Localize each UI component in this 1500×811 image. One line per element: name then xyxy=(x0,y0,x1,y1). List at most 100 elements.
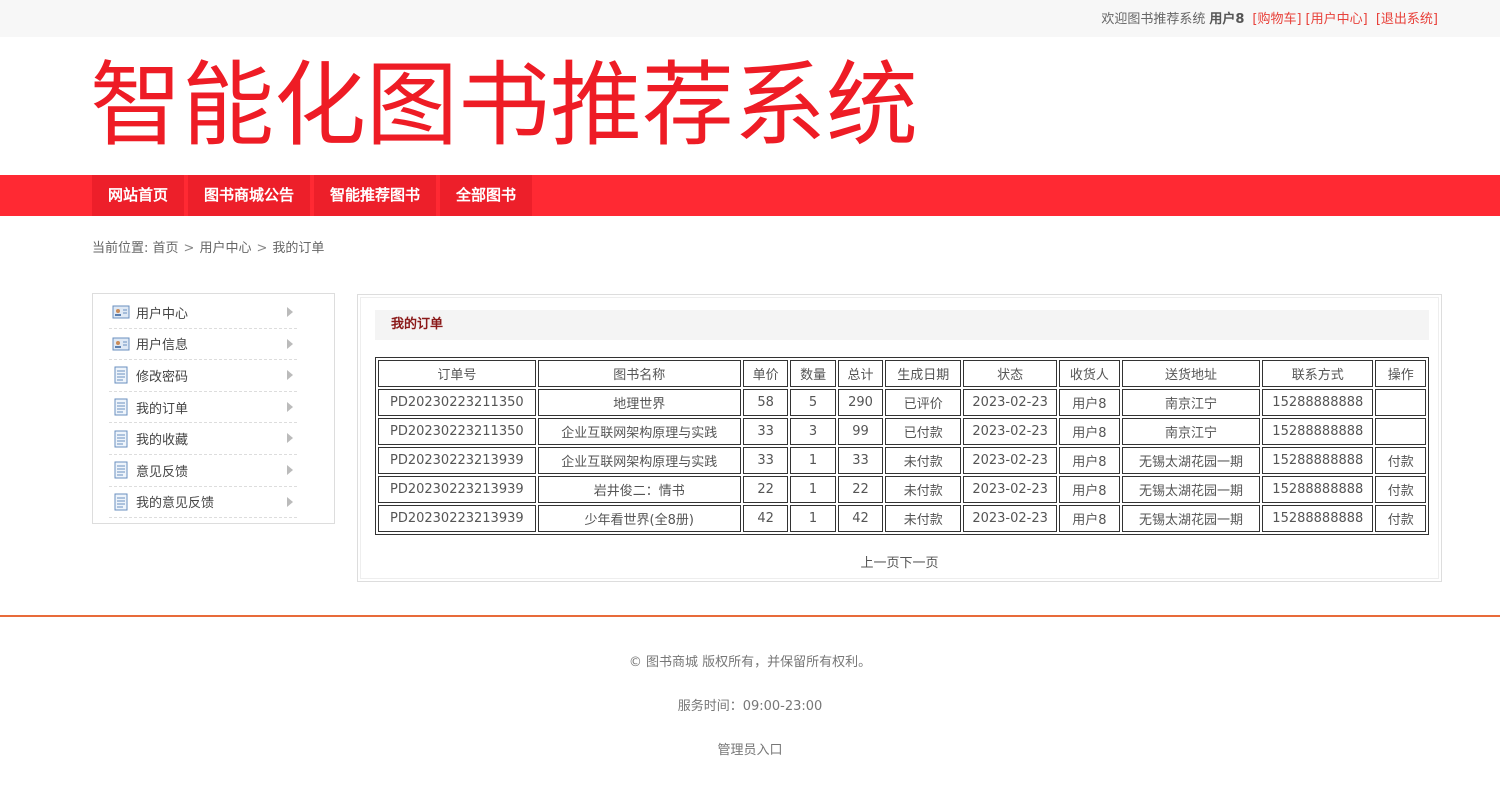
nav-home[interactable]: 网站首页 xyxy=(92,175,185,216)
cell-total: 290 xyxy=(837,389,884,416)
cell-status: 未付款 xyxy=(885,505,962,532)
cell-book-name: 少年看世界(全8册) xyxy=(537,505,741,532)
cell-qty: 5 xyxy=(790,389,836,416)
footer-divider xyxy=(0,615,1500,617)
id-card-icon xyxy=(112,305,130,319)
sidebar-item-my-feedback[interactable]: 我的意见反馈 xyxy=(109,487,297,519)
user-welcome-area: 欢迎图书推荐系统 用户8 [购物车] [用户中心] [退出系统] xyxy=(1101,8,1438,27)
col-phone: 联系方式 xyxy=(1262,360,1374,387)
sidebar-item-label: 我的收藏 xyxy=(136,433,189,449)
cell-status: 已付款 xyxy=(885,418,962,445)
sidebar-item-user-center[interactable]: 用户中心 xyxy=(109,297,297,329)
cell-price: 22 xyxy=(742,476,789,503)
sidebar-item-label: 我的意见反馈 xyxy=(136,496,215,512)
site-logo[interactable]: 智能化图书推荐系统 xyxy=(90,54,918,158)
logout-link[interactable]: [退出系统] xyxy=(1376,12,1438,27)
sidebar-item-my-orders[interactable]: 我的订单 xyxy=(109,392,297,424)
sidebar-item-feedback[interactable]: 意见反馈 xyxy=(109,455,297,487)
welcome-text: 欢迎图书推荐系统 xyxy=(1101,12,1206,27)
cell-book-name: 岩井俊二：情书 xyxy=(537,476,741,503)
nav-announcements[interactable]: 图书商城公告 xyxy=(188,175,311,216)
cell-book-name: 企业互联网架构原理与实践 xyxy=(537,418,741,445)
table-row: PD20230223211350 企业互联网架构原理与实践 33 3 99 已付… xyxy=(378,418,1426,445)
cell-total: 99 xyxy=(837,418,884,445)
id-card-icon xyxy=(112,337,130,351)
cell-price: 42 xyxy=(742,505,789,532)
cell-qty: 1 xyxy=(790,476,836,503)
pagination: 上一页下一页 xyxy=(361,552,1438,571)
arrow-right-icon xyxy=(287,307,293,317)
cell-date: 2023-02-23 xyxy=(963,505,1058,532)
nav-recommend[interactable]: 智能推荐图书 xyxy=(314,175,437,216)
breadcrumb-home[interactable]: 首页 xyxy=(153,241,179,256)
col-status-a: 生成日期 xyxy=(885,360,962,387)
cell-address: 无锡太湖花园一期 xyxy=(1121,476,1261,503)
cell-order-no: PD20230223213939 xyxy=(378,447,536,474)
nav-all-books[interactable]: 全部图书 xyxy=(440,175,533,216)
col-address: 送货地址 xyxy=(1121,360,1261,387)
panel-title: 我的订单 xyxy=(375,310,1429,340)
cell-address: 南京江宁 xyxy=(1121,418,1261,445)
cell-phone: 15288888888 xyxy=(1262,389,1374,416)
pay-link[interactable]: 付款 xyxy=(1375,476,1426,503)
pay-link[interactable]: 付款 xyxy=(1375,447,1426,474)
breadcrumb-user-center[interactable]: 用户中心 xyxy=(199,241,251,256)
document-icon xyxy=(114,461,128,479)
footer-copyright: © 图书商城 版权所有，并保留所有权利。 xyxy=(628,655,872,670)
cell-status: 未付款 xyxy=(885,476,962,503)
next-page-link[interactable]: 下一页 xyxy=(900,556,939,571)
cell-total: 42 xyxy=(837,505,884,532)
cell-qty: 3 xyxy=(790,418,836,445)
cell-phone: 15288888888 xyxy=(1262,447,1374,474)
cell-total: 33 xyxy=(837,447,884,474)
cart-link[interactable]: [购物车] xyxy=(1252,12,1301,27)
arrow-right-icon xyxy=(287,433,293,444)
table-row: PD20230223213939 企业互联网架构原理与实践 33 1 33 未付… xyxy=(378,447,1426,474)
cell-total: 22 xyxy=(837,476,884,503)
user-center-link[interactable]: [用户中心] xyxy=(1306,12,1368,27)
admin-entry-link[interactable]: 管理员入口 xyxy=(0,739,1500,758)
sidebar-item-change-password[interactable]: 修改密码 xyxy=(109,360,297,392)
table-row: PD20230223211350 地理世界 58 5 290 已评价 2023-… xyxy=(378,389,1426,416)
arrow-right-icon xyxy=(287,338,293,349)
cell-date: 2023-02-23 xyxy=(963,389,1058,416)
col-total: 总计 xyxy=(837,360,884,387)
sidebar-item-user-info[interactable]: 用户信息 xyxy=(109,329,297,361)
col-price: 单价 xyxy=(742,360,789,387)
table-row: PD20230223213939 少年看世界(全8册) 42 1 42 未付款 … xyxy=(378,505,1426,532)
pay-link[interactable]: 付款 xyxy=(1375,505,1426,532)
chevron-right-icon: > xyxy=(183,241,195,256)
sidebar-item-label: 我的订单 xyxy=(136,401,189,417)
table-header-row: 订单号 图书名称 单价 数量 总计 生成日期 状态 收货人 送货地址 联系方式 … xyxy=(378,360,1426,387)
sidebar-item-label: 意见反馈 xyxy=(136,464,189,480)
breadcrumb-current: 我的订单 xyxy=(272,241,325,256)
sidebar-item-label: 修改密码 xyxy=(136,369,189,385)
cell-book-name: 企业互联网架构原理与实践 xyxy=(537,447,741,474)
cell-address: 无锡太湖花园一期 xyxy=(1121,505,1261,532)
cell-price: 58 xyxy=(742,389,789,416)
sidebar-item-label: 用户信息 xyxy=(136,338,189,354)
col-status-b: 状态 xyxy=(963,360,1058,387)
cell-receiver: 用户8 xyxy=(1059,505,1120,532)
cell-price: 33 xyxy=(742,418,789,445)
breadcrumb-prefix: 当前位置: xyxy=(92,241,149,256)
document-icon xyxy=(114,366,128,384)
cell-address: 无锡太湖花园一期 xyxy=(1121,447,1261,474)
cell-book-name: 地理世界 xyxy=(537,389,741,416)
cell-order-no: PD20230223213939 xyxy=(378,505,536,532)
cell-price: 33 xyxy=(742,447,789,474)
cell-receiver: 用户8 xyxy=(1059,389,1120,416)
prev-page-link[interactable]: 上一页 xyxy=(860,556,899,571)
cell-date: 2023-02-23 xyxy=(963,476,1058,503)
col-order-no: 订单号 xyxy=(378,360,536,387)
cell-qty: 1 xyxy=(790,505,836,532)
sidebar-item-favorites[interactable]: 我的收藏 xyxy=(109,423,297,455)
footer-hours: 服务时间：09:00-23:00 xyxy=(677,699,823,714)
cell-action xyxy=(1375,418,1426,445)
arrow-right-icon xyxy=(287,370,293,381)
sidebar-item-label: 用户中心 xyxy=(136,306,189,322)
cell-phone: 15288888888 xyxy=(1262,476,1374,503)
cell-receiver: 用户8 xyxy=(1059,447,1120,474)
cell-receiver: 用户8 xyxy=(1059,476,1120,503)
arrow-right-icon xyxy=(287,401,293,412)
